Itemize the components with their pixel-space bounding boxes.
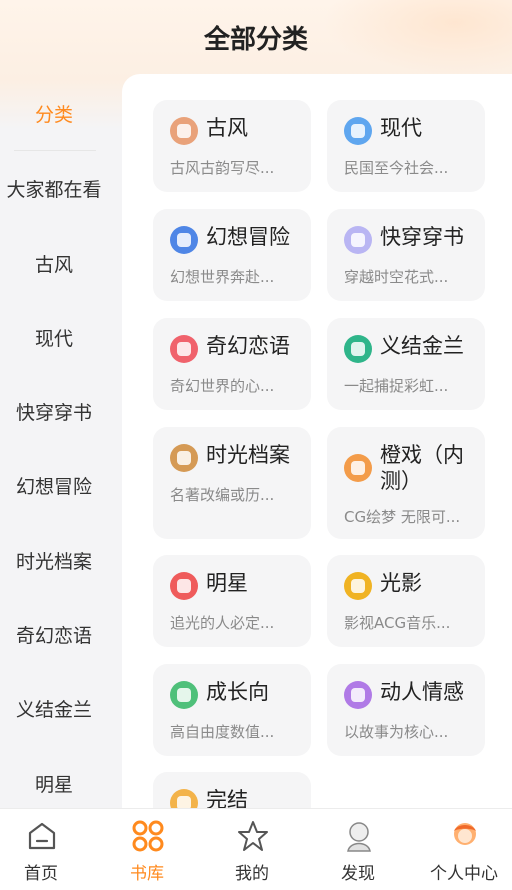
header-decoration: [322, 0, 512, 74]
category-title: 幻想冒险: [206, 225, 290, 249]
category-card-light-shadow[interactable]: 光影 影视ACG音乐...: [327, 555, 485, 647]
heart-icon: [170, 335, 198, 363]
category-title: 橙戏（内测）: [380, 443, 464, 493]
fan-icon: [170, 117, 198, 145]
category-desc: 高自由度数值...: [170, 723, 275, 741]
sprout-icon: [170, 681, 198, 709]
home-icon: [28, 822, 56, 850]
tab-label: 我的: [235, 864, 269, 884]
category-sidebar: 分类 大家都在看 古风 现代 快穿穿书 幻想冒险 时光档案 奇幻恋语 义结金兰 …: [0, 74, 122, 808]
sidebar-item-category[interactable]: 分类: [0, 100, 108, 127]
category-card-modern[interactable]: 现代 民国至今社会...: [327, 100, 485, 192]
tab-label: 发现: [341, 864, 375, 884]
tab-home[interactable]: 首页: [0, 809, 92, 890]
sidebar-item-gufeng[interactable]: 古风: [0, 250, 108, 277]
category-title: 成长向: [206, 680, 269, 704]
category-title: 时光档案: [206, 443, 290, 467]
sidebar-item-time-archive[interactable]: 时光档案: [0, 547, 108, 574]
category-title: 动人情感: [380, 680, 464, 704]
sidebar-item-fantasy-adventure[interactable]: 幻想冒险: [0, 472, 108, 499]
category-title: 古风: [206, 116, 248, 140]
tab-mine[interactable]: 我的: [201, 809, 303, 890]
category-card-growth[interactable]: 成长向 高自由度数值...: [153, 664, 311, 756]
sidebar-item-sworn-brothers[interactable]: 义结金兰: [0, 695, 108, 722]
compass-icon: [170, 226, 198, 254]
light-icon: [344, 572, 372, 600]
sidebar-item-fantasy-romance[interactable]: 奇幻恋语: [0, 621, 108, 648]
category-desc: 幻想世界奔赴...: [170, 268, 275, 286]
category-card-completed[interactable]: 完结: [153, 772, 311, 808]
star-outline-icon: [238, 821, 268, 851]
category-card-transmigration[interactable]: 快穿穿书 穿越时空花式...: [327, 209, 485, 301]
category-title: 快穿穿书: [380, 225, 464, 249]
category-desc: 奇幻世界的心...: [170, 377, 275, 395]
sidebar-item-popular[interactable]: 大家都在看: [0, 175, 108, 202]
tab-library[interactable]: 书库: [96, 809, 198, 890]
hourglass-icon: [170, 444, 198, 472]
category-title: 奇幻恋语: [206, 334, 290, 358]
tab-discover[interactable]: 发现: [307, 809, 409, 890]
stack-icon: [170, 789, 198, 808]
character-avatar-icon: [347, 822, 371, 852]
category-card-fantasy-romance[interactable]: 奇幻恋语 奇幻世界的心...: [153, 318, 311, 410]
sidebar-item-transmigration[interactable]: 快穿穿书: [0, 398, 108, 425]
category-title: 义结金兰: [380, 334, 464, 358]
star-person-icon: [170, 572, 198, 600]
category-desc: 追光的人必定...: [170, 614, 275, 632]
user-avatar-icon: [454, 823, 476, 845]
library-grid-icon: [132, 820, 164, 852]
top-header: 全部分类: [0, 0, 512, 74]
city-icon: [344, 117, 372, 145]
category-card-celebrity[interactable]: 明星 追光的人必定...: [153, 555, 311, 647]
bottom-tab-bar: 首页 书库 我的 发现 个人中心: [0, 808, 512, 890]
category-desc: CG绘梦 无限可...: [344, 508, 461, 526]
smile-icon: [344, 681, 372, 709]
category-card-emotion[interactable]: 动人情感 以故事为核心...: [327, 664, 485, 756]
category-card-gufeng[interactable]: 古风 古风古韵写尽...: [153, 100, 311, 192]
page-title: 全部分类: [203, 24, 308, 55]
book-icon: [344, 226, 372, 254]
category-title: 明星: [206, 571, 248, 595]
category-desc: 穿越时空花式...: [344, 268, 449, 286]
category-desc: 民国至今社会...: [344, 159, 449, 177]
category-desc: 以故事为核心...: [344, 723, 449, 741]
sidebar-item-modern[interactable]: 现代: [0, 324, 108, 351]
category-title: 现代: [380, 116, 422, 140]
category-desc: 名著改编或历...: [170, 486, 275, 504]
category-title: 光影: [380, 571, 422, 595]
category-card-fantasy-adventure[interactable]: 幻想冒险 幻想世界奔赴...: [153, 209, 311, 301]
category-card-sworn-brothers[interactable]: 义结金兰 一起捕捉彩虹...: [327, 318, 485, 410]
sidebar-item-celebrity[interactable]: 明星: [0, 770, 108, 797]
sidebar-divider: [14, 150, 96, 151]
category-card-orange-play[interactable]: 橙戏（内测） CG绘梦 无限可...: [327, 427, 485, 539]
tab-label: 书库: [130, 864, 164, 884]
category-card-time-archive[interactable]: 时光档案 名著改编或历...: [153, 427, 311, 539]
category-desc: 影视ACG音乐...: [344, 614, 451, 632]
tab-profile[interactable]: 个人中心: [413, 809, 512, 890]
tab-label: 个人中心: [430, 864, 498, 884]
category-title: 完结: [206, 788, 248, 808]
category-desc: 古风古韵写尽...: [170, 159, 275, 177]
handshake-icon: [344, 335, 372, 363]
film-reel-icon: [344, 454, 372, 482]
category-grid: 古风 古风古韵写尽... 现代 民国至今社会... 幻想冒险 幻想世界奔赴...…: [122, 74, 512, 808]
category-desc: 一起捕捉彩虹...: [344, 377, 449, 395]
tab-label: 首页: [24, 864, 58, 884]
